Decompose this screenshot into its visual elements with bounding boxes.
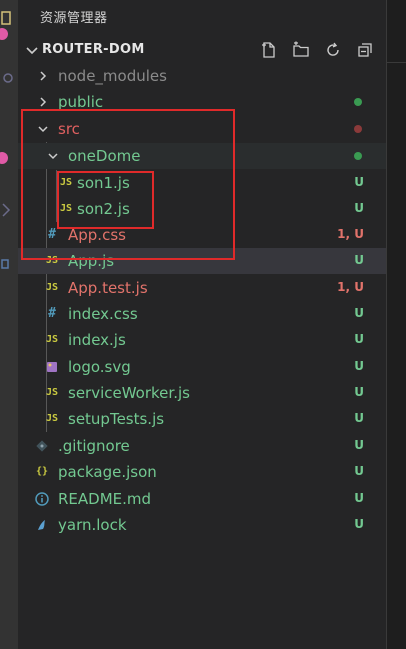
notification-badge (0, 28, 8, 40)
git-status: U (354, 175, 364, 189)
collapse-all-icon[interactable] (354, 40, 376, 60)
git-status-dot (354, 98, 362, 106)
tree-item-label: index.js (68, 331, 126, 349)
git-status: U (354, 359, 364, 373)
tree-item-label: README.md (58, 490, 152, 508)
git-status: U (354, 491, 364, 505)
javascript-file-icon: JS (45, 282, 59, 293)
tree-item-label: serviceWorker.js (68, 384, 190, 402)
chevron-right-icon (40, 71, 47, 81)
git-status: 1, U (337, 227, 364, 241)
git-status: 1, U (337, 280, 364, 294)
javascript-file-icon: JS (45, 413, 59, 424)
git-status: U (354, 517, 364, 531)
git-status: U (354, 332, 364, 346)
javascript-file-icon: JS (45, 387, 59, 398)
editor-area-edge (386, 0, 406, 649)
tree-item-label: index.css (68, 305, 138, 323)
sidebar-title: 资源管理器 (40, 11, 108, 26)
tree-item-label: App.test.js (68, 279, 148, 297)
chevron-down-icon (26, 47, 38, 55)
tree-row-app-test-js[interactable]: JS App.test.js 1, U (18, 275, 386, 301)
css-file-icon: # (48, 306, 56, 321)
git-status: U (354, 464, 364, 478)
git-status: U (354, 306, 364, 320)
extensions-activity-icon[interactable] (0, 254, 18, 276)
activity-bar (0, 0, 18, 649)
workspace-section-header[interactable]: ROUTER-DOM (18, 38, 386, 62)
workspace-title: ROUTER-DOM (42, 42, 145, 57)
chevron-right-icon (40, 97, 47, 107)
git-status: U (354, 201, 364, 215)
git-status: U (354, 438, 364, 452)
tree-row-index-js[interactable]: JS index.js U (18, 327, 386, 353)
tree-item-label: setupTests.js (68, 410, 165, 428)
annotation-box-son-files (57, 171, 154, 229)
new-folder-icon[interactable] (290, 40, 312, 60)
tree-row-logo-svg[interactable]: logo.svg U (18, 354, 386, 380)
git-status-dot (354, 152, 362, 160)
tree-item-label: yarn.lock (58, 516, 127, 534)
tree-item-label: package.json (58, 463, 157, 481)
tree-row-yarn-lock[interactable]: yarn.lock U (18, 512, 386, 538)
explorer-activity-icon[interactable] (0, 8, 18, 30)
tree-row-setuptests-js[interactable]: JS setupTests.js U (18, 406, 386, 432)
tree-row-gitignore[interactable]: .gitignore U (18, 433, 386, 459)
search-activity-icon[interactable] (0, 68, 18, 90)
tree-row-package-json[interactable]: {} package.json U (18, 459, 386, 485)
tree-item-label: .gitignore (58, 437, 130, 455)
tree-row-node-modules[interactable]: node_modules (18, 63, 386, 89)
git-file-icon (36, 440, 48, 452)
info-icon (35, 492, 49, 506)
git-status: U (354, 411, 364, 425)
yarn-icon (38, 520, 45, 530)
tree-row-readme[interactable]: README.md U (18, 486, 386, 512)
section-actions (258, 40, 376, 60)
scm-badge (0, 152, 8, 164)
tree-row-index-css[interactable]: # index.css U (18, 301, 386, 327)
git-status-dot (354, 125, 362, 133)
javascript-file-icon: JS (45, 334, 59, 345)
refresh-icon[interactable] (322, 40, 344, 60)
tree-item-label: logo.svg (68, 358, 131, 376)
image-file-icon (47, 362, 57, 372)
git-status: U (354, 385, 364, 399)
debug-activity-icon[interactable] (0, 198, 18, 220)
tree-item-label: node_modules (58, 67, 167, 85)
tree-row-serviceworker-js[interactable]: JS serviceWorker.js U (18, 380, 386, 406)
json-file-icon: {} (35, 466, 49, 477)
git-status: U (354, 253, 364, 267)
new-file-icon[interactable] (258, 40, 280, 60)
explorer-window: 资源管理器 ROUTER-DOM node_modules public src… (0, 0, 406, 649)
